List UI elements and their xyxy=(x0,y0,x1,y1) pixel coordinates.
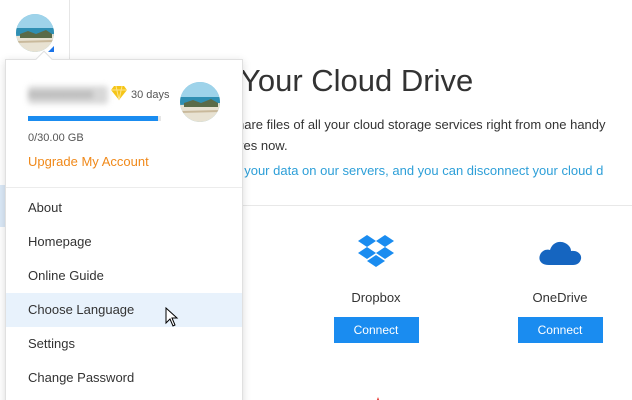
page-description: hare files of all your cloud storage ser… xyxy=(237,117,606,153)
service-card-dropbox: Dropbox Connect xyxy=(326,232,426,343)
vip-days: 30 days xyxy=(131,89,170,101)
partial-service-icon xyxy=(373,392,383,400)
dropdown-divider xyxy=(6,187,242,188)
content-divider xyxy=(237,205,632,206)
account-menu-list: About Homepage Online Guide Choose Langu… xyxy=(6,191,242,395)
service-name: OneDrive xyxy=(532,290,588,305)
storage-usage-text: 0/30.00 GB xyxy=(28,132,84,144)
info-link[interactable]: f your data on our servers, and you can … xyxy=(237,163,603,178)
menu-item-about[interactable]: About xyxy=(6,191,242,225)
dropbox-icon xyxy=(358,235,394,267)
page-title: Your Cloud Drive xyxy=(240,63,474,98)
upgrade-account-link[interactable]: Upgrade My Account xyxy=(28,154,149,169)
connect-dropbox-button[interactable]: Connect xyxy=(333,317,419,343)
username: xxxxxxxxxx xyxy=(28,86,108,104)
mouse-cursor-icon xyxy=(165,306,179,332)
onedrive-icon xyxy=(539,241,582,265)
service-name: Dropbox xyxy=(351,290,401,305)
menu-item-choose-language[interactable]: Choose Language xyxy=(6,293,242,327)
storage-progress-bar xyxy=(28,116,161,121)
menu-item-homepage[interactable]: Homepage xyxy=(6,225,242,259)
connect-onedrive-button[interactable]: Connect xyxy=(517,317,603,343)
avatar-caret-icon xyxy=(48,46,54,52)
beach-avatar-icon xyxy=(180,82,220,122)
menu-item-settings[interactable]: Settings xyxy=(6,327,242,361)
storage-progress-fill xyxy=(28,116,159,121)
menu-item-online-guide[interactable]: Online Guide xyxy=(6,259,242,293)
diamond-icon xyxy=(110,85,128,106)
avatar-large[interactable] xyxy=(180,82,220,122)
service-card-onedrive: OneDrive Connect xyxy=(510,232,610,343)
account-dropdown: xxxxxxxxxx 30 days 0/30.00 GB Upgrade My… xyxy=(5,50,243,400)
menu-item-change-password[interactable]: Change Password xyxy=(6,361,242,395)
